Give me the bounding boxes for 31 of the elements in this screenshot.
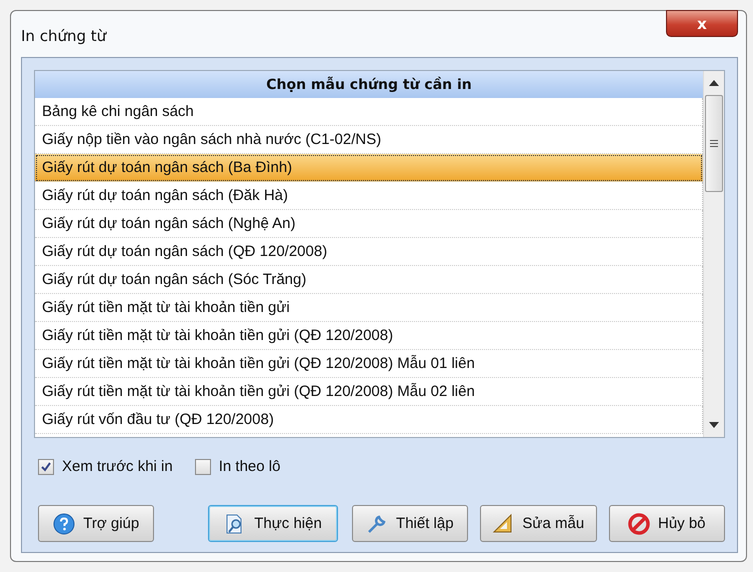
list-item[interactable]: Giấy rút dự toán ngân sách (Ba Đình) (35, 154, 703, 182)
checkbox-label: Xem trước khi in (62, 458, 173, 475)
list-item[interactable]: Bảng kê chi ngân sách (35, 98, 703, 126)
run-button[interactable]: Thực hiện (208, 505, 338, 542)
window-title: In chứng từ (21, 26, 106, 45)
list-item[interactable]: Giấy rút tiền mặt từ tài khoản tiền gửi (QĐ 120/2008) (35, 322, 703, 350)
help-button[interactable]: Trợ giúp (38, 505, 154, 542)
column-header: Chọn mẫu chứng từ cần in (35, 71, 703, 98)
prohibited-icon (628, 512, 650, 534)
edit-button[interactable]: Sửa mẫu (480, 505, 597, 542)
wrench-icon (366, 512, 388, 534)
list-item[interactable]: Giấy rút tiền mặt từ tài khoản tiền gửi (QĐ 120/2008) Mẫu 02 liên (35, 378, 703, 406)
list-item[interactable]: Giấy rút dự toán ngân sách (Nghệ An) (35, 210, 703, 238)
list-item[interactable]: Giấy rút vốn đầu tư (QĐ 120/2008) (35, 406, 703, 434)
list-item[interactable]: Giấy rút tiền mặt từ tài khoản tiền gửi (35, 294, 703, 322)
list-item[interactable]: Giấy rút dự toán ngân sách (Sóc Trăng) (35, 266, 703, 294)
cancel-button[interactable]: Hủy bỏ (608, 505, 725, 542)
list-item[interactable]: Giấy rút tiền mặt từ tài khoản tiền gửi (QĐ 120/2008) Mẫu 01 liên (35, 350, 703, 378)
list-item[interactable]: Giấy rút dự toán ngân sách (QĐ 120/2008) (35, 238, 703, 266)
scrollbar[interactable] (703, 71, 724, 437)
ruler-triangle-icon (492, 512, 514, 534)
scroll-up-icon[interactable] (709, 80, 719, 86)
scroll-down-icon[interactable] (709, 422, 719, 428)
setup-button[interactable]: Thiết lập (352, 505, 468, 542)
list-item[interactable]: Giấy rút dự toán ngân sách (Đăk Hà) (35, 182, 703, 210)
checkbox-label: In theo lô (218, 458, 280, 475)
checkbox[interactable] (194, 458, 211, 474)
close-button[interactable]: x (666, 10, 738, 37)
scroll-thumb[interactable] (705, 95, 723, 192)
checkbox[interactable] (38, 458, 54, 474)
question-icon (53, 512, 76, 534)
